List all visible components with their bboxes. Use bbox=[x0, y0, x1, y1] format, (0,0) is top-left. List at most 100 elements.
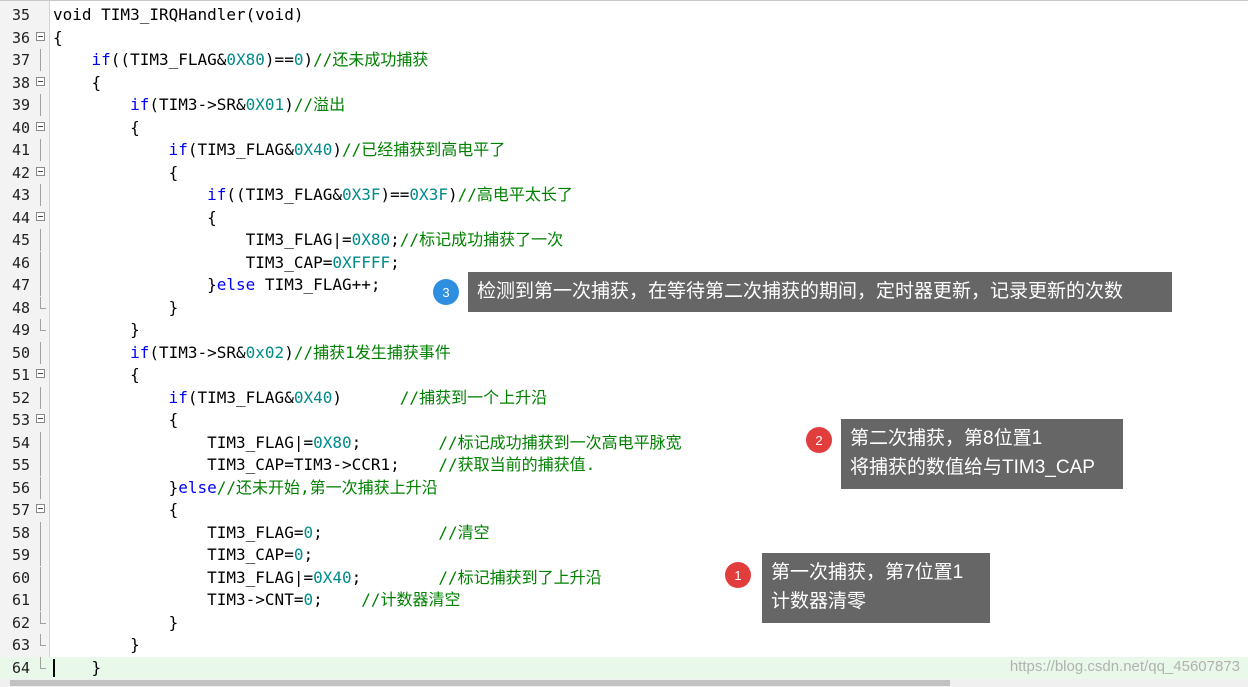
code-line[interactable]: 35 void TIM3_IRQHandler(void) bbox=[0, 4, 1248, 26]
code-text[interactable]: if((TIM3_FLAG&0X80)==0)//还未成功捕获 bbox=[53, 49, 429, 71]
line-number: 52 bbox=[11, 388, 30, 407]
fold-guide bbox=[40, 251, 41, 274]
code-token: { bbox=[91, 72, 102, 92]
code-text[interactable]: TIM3->CNT=0; //计数器清空 bbox=[53, 589, 460, 611]
code-text[interactable]: TIM3_CAP=0; bbox=[53, 544, 313, 566]
fold-guide bbox=[40, 274, 41, 296]
line-number: 51 bbox=[11, 366, 30, 384]
line-number: 54 bbox=[11, 433, 30, 452]
code-line[interactable]: 62 } bbox=[0, 611, 1248, 634]
code-line[interactable]: 60 TIM3_FLAG|=0X40; //标记捕获到了上升沿 bbox=[0, 566, 1248, 589]
fold-toggle-icon[interactable] bbox=[36, 31, 45, 41]
code-text[interactable]: TIM3_CAP=TIM3->CCR1; //获取当前的捕获值. bbox=[53, 454, 595, 476]
code-token: ((TIM3_FLAG& bbox=[110, 50, 227, 69]
code-text[interactable]: { bbox=[53, 117, 140, 139]
fold-end-marker bbox=[40, 296, 46, 309]
code-line[interactable]: 39 if(TIM3->SR&0X01)//溢出 bbox=[0, 94, 1248, 116]
comment-token: //捕获到一个上升沿 bbox=[399, 387, 548, 407]
line-number: 35 bbox=[11, 6, 30, 24]
fold-toggle-icon[interactable] bbox=[36, 414, 45, 423]
code-line[interactable]: 49 } bbox=[0, 319, 1248, 341]
line-number: 59 bbox=[11, 546, 30, 564]
code-line[interactable]: 46 TIM3_CAP=0XFFFF; bbox=[0, 251, 1248, 274]
code-line[interactable]: 58 TIM3_FLAG=0; //清空 bbox=[0, 521, 1248, 544]
code-line[interactable]: 40 { bbox=[0, 117, 1248, 139]
code-line[interactable]: 57 { bbox=[0, 499, 1248, 521]
code-text[interactable]: void TIM3_IRQHandler(void) bbox=[53, 4, 303, 26]
line-number: 38 bbox=[11, 73, 30, 92]
code-line[interactable]: 37 if((TIM3_FLAG&0X80)==0)//还未成功捕获 bbox=[0, 49, 1248, 71]
code-text[interactable]: TIM3_FLAG=0; //清空 bbox=[53, 522, 489, 544]
code-text[interactable]: { bbox=[53, 162, 179, 184]
code-text[interactable]: { bbox=[53, 207, 217, 229]
code-token: } bbox=[207, 275, 217, 294]
fold-toggle-icon[interactable] bbox=[36, 121, 45, 131]
code-text[interactable]: { bbox=[53, 27, 63, 49]
code-text[interactable]: { bbox=[53, 72, 102, 94]
code-line[interactable]: 59 TIM3_CAP=0; bbox=[0, 544, 1248, 566]
code-text[interactable]: }else TIM3_FLAG++; bbox=[53, 274, 381, 296]
code-text[interactable]: TIM3_CAP=0XFFFF; bbox=[53, 252, 400, 274]
code-text[interactable]: TIM3_FLAG|=0X40; //标记捕获到了上升沿 bbox=[53, 567, 601, 589]
code-line[interactable]: 36 { bbox=[0, 27, 1248, 49]
code-text[interactable]: } bbox=[53, 612, 179, 634]
comment-token: //高电平太长了 bbox=[457, 185, 573, 204]
code-line[interactable]: 44 { bbox=[0, 207, 1248, 229]
comment-token: //捕获1发生捕获事件 bbox=[293, 342, 451, 362]
code-text[interactable]: if((TIM3_FLAG&0X3F)==0X3F)//高电平太长了 bbox=[53, 184, 573, 206]
line-number: 45 bbox=[11, 231, 30, 249]
fold-toggle-icon[interactable] bbox=[36, 211, 45, 221]
code-token: TIM3_CAP=TIM3->CCR1; bbox=[207, 455, 439, 474]
line-number: 61 bbox=[11, 591, 30, 609]
annotation-badge-2: 2 bbox=[806, 427, 832, 453]
code-text[interactable]: { bbox=[53, 499, 179, 521]
code-line[interactable]: 51 { bbox=[0, 364, 1248, 386]
code-line[interactable]: 43 if((TIM3_FLAG&0X3F)==0X3F)//高电平太长了 bbox=[0, 184, 1248, 206]
code-text[interactable]: TIM3_FLAG|=0X80; //标记成功捕获到一次高电平脉宽 bbox=[53, 432, 681, 454]
annotation-1-line-2: 计数器清零 bbox=[771, 591, 867, 612]
code-line[interactable]: 45 TIM3_FLAG|=0X80;//标记成功捕获了一次 bbox=[0, 229, 1248, 251]
code-text[interactable]: } bbox=[53, 634, 140, 656]
code-line[interactable]: 41 if(TIM3_FLAG&0X40)//已经捕获到高电平了 bbox=[0, 139, 1248, 161]
annotation-badge-1: 1 bbox=[725, 562, 751, 588]
fold-toggle-icon[interactable] bbox=[36, 166, 45, 176]
code-text[interactable]: { bbox=[53, 364, 140, 386]
code-text[interactable]: if(TIM3_FLAG&0X40) //捕获到一个上升沿 bbox=[53, 387, 547, 409]
code-token: } bbox=[91, 657, 102, 677]
keyword-token: if bbox=[130, 95, 150, 114]
code-text[interactable]: if(TIM3->SR&0X01)//溢出 bbox=[53, 94, 345, 116]
horizontal-scrollbar-thumb[interactable] bbox=[10, 680, 950, 686]
code-token: TIM3_FLAG++; bbox=[255, 275, 381, 294]
fold-guide bbox=[40, 139, 41, 161]
code-text[interactable]: } bbox=[53, 319, 140, 341]
fold-toggle-icon[interactable] bbox=[36, 76, 45, 86]
fold-toggle-icon[interactable] bbox=[36, 369, 45, 378]
code-text[interactable]: } bbox=[53, 297, 179, 319]
code-text[interactable]: } bbox=[53, 657, 102, 679]
fold-guide bbox=[40, 454, 41, 476]
code-line[interactable]: 52 if(TIM3_FLAG&0X40) //捕获到一个上升沿 bbox=[0, 386, 1248, 409]
code-text[interactable]: if(TIM3_FLAG&0X40)//已经捕获到高电平了 bbox=[53, 139, 506, 161]
code-editor[interactable]: 35 void TIM3_IRQHandler(void) 36{37 if((TI… bbox=[0, 0, 1248, 687]
code-text[interactable]: { bbox=[53, 409, 179, 431]
fold-guide bbox=[40, 589, 41, 611]
number-token: 0X01 bbox=[245, 95, 285, 114]
code-text[interactable]: }else//还未开始,第一次捕获上升沿 bbox=[53, 477, 438, 499]
fold-end-marker bbox=[40, 656, 46, 669]
code-line[interactable]: 61 TIM3->CNT=0; //计数器清空 bbox=[0, 589, 1248, 611]
code-text[interactable]: TIM3_FLAG|=0X80;//标记成功捕获了一次 bbox=[53, 229, 563, 251]
code-line[interactable]: 42 { bbox=[0, 162, 1248, 184]
code-text[interactable]: if(TIM3->SR&0x02)//捕获1发生捕获事件 bbox=[53, 342, 451, 364]
line-number: 50 bbox=[11, 343, 30, 362]
code-line[interactable]: 50 if(TIM3->SR&0x02)//捕获1发生捕获事件 bbox=[0, 341, 1248, 364]
annotation-tooltip-1: 第一次捕获，第7位置1 计数器清零 bbox=[762, 553, 990, 623]
code-line[interactable]: 63 } bbox=[0, 634, 1248, 656]
code-line[interactable]: 38 { bbox=[0, 72, 1248, 94]
fold-toggle-icon[interactable] bbox=[36, 504, 45, 513]
